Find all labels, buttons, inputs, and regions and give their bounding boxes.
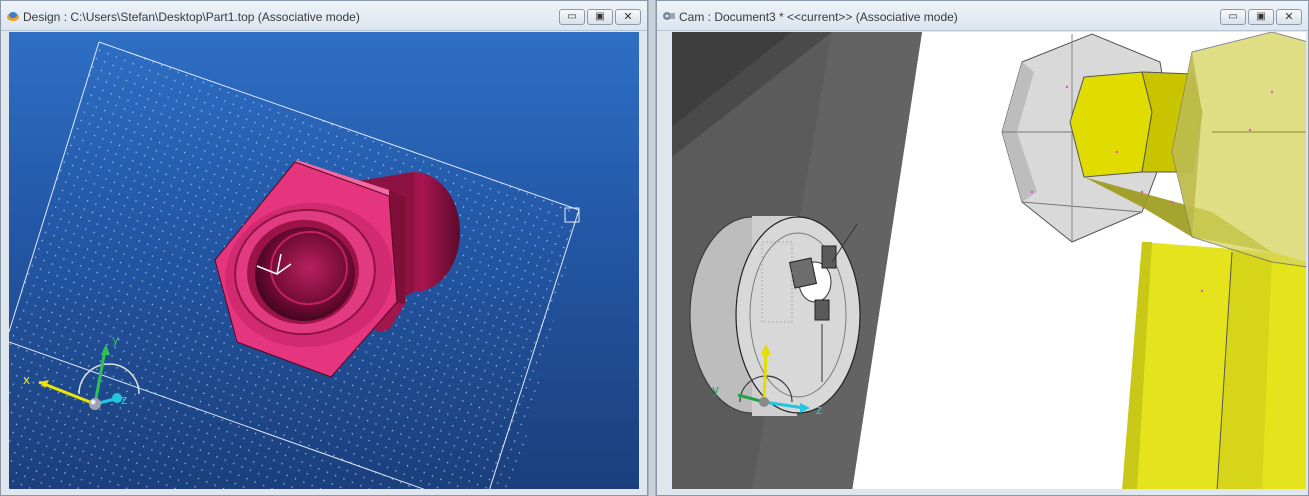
design-z-axis-label: z	[121, 393, 127, 407]
restore-icon: ▣	[1256, 11, 1266, 22]
cam-titlebar[interactable]: Cam : Document3 * <<current>> (Associati…	[657, 1, 1308, 31]
design-3d-viewport[interactable]: x y z	[9, 32, 639, 489]
cam-window-title: Cam : Document3 * <<current>> (Associati…	[679, 10, 958, 24]
minimize-button[interactable]: ▭	[559, 9, 585, 25]
cam-y-axis-label: y	[712, 383, 719, 397]
minimize-icon: ▭	[1228, 11, 1238, 22]
close-icon: ✕	[623, 10, 633, 23]
design-y-axis-label: y	[112, 333, 119, 347]
cam-3d-viewport[interactable]: y z	[672, 32, 1306, 489]
cam-z-axis-label: z	[816, 403, 822, 417]
design-window-title: Design : C:\Users\Stefan\Desktop\Part1.t…	[23, 10, 360, 24]
design-x-axis-label: x	[23, 373, 30, 387]
restore-button[interactable]: ▣	[1248, 9, 1274, 25]
close-icon: ✕	[1284, 10, 1294, 23]
minimize-button[interactable]: ▭	[1220, 9, 1246, 25]
close-button[interactable]: ✕	[615, 9, 641, 25]
design-app-icon	[7, 12, 19, 21]
minimize-icon: ▭	[567, 11, 577, 22]
restore-button[interactable]: ▣	[587, 9, 613, 25]
close-button[interactable]: ✕	[1276, 9, 1302, 25]
tool-holder[interactable]	[1122, 242, 1306, 489]
cam-window: Cam : Document3 * <<current>> (Associati…	[656, 0, 1309, 496]
design-window: Design : C:\Users\Stefan\Desktop\Part1.t…	[0, 0, 648, 496]
restore-icon: ▣	[595, 11, 605, 22]
design-titlebar[interactable]: Design : C:\Users\Stefan\Desktop\Part1.t…	[1, 1, 647, 31]
window-splitter[interactable]	[648, 0, 656, 496]
cam-app-icon	[663, 12, 675, 20]
